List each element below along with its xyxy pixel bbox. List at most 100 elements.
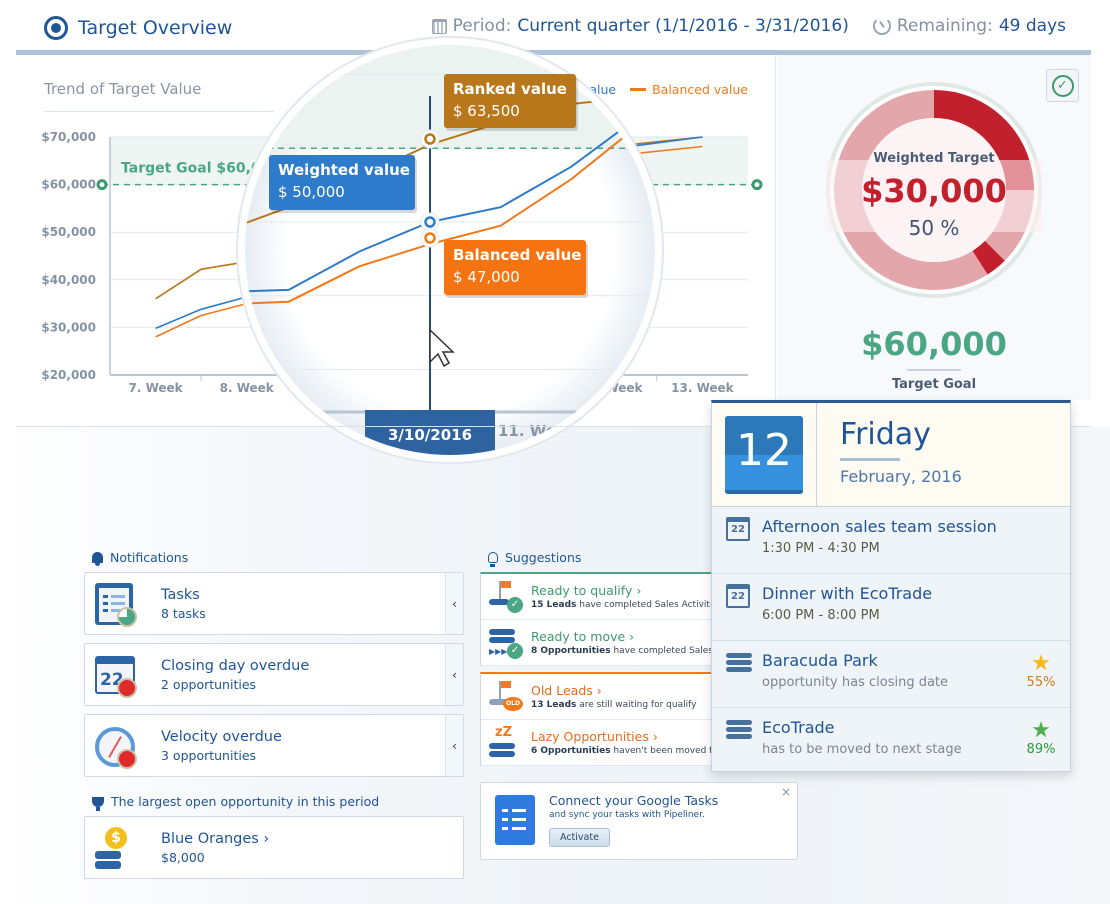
google-tasks-sub: and sync your tasks with Pipeliner.	[549, 810, 705, 820]
suggestion-text: haven't been moved for a while	[613, 746, 718, 756]
suggestion-count: 13 Leads	[531, 700, 577, 710]
lightbulb-icon	[488, 552, 498, 567]
suggestion-old-leads[interactable]: OLD Old Leads › 13 Leads are still waiti…	[481, 674, 718, 720]
weekday-divider	[840, 458, 900, 461]
opportunity-item[interactable]: Baracuda Park opportunity has closing da…	[712, 641, 1070, 708]
old-leads-icon: OLD	[487, 679, 523, 715]
opportunity-rating: ★ 89%	[1024, 718, 1058, 758]
largest-opportunity-heading: The largest open opportunity in this per…	[92, 794, 380, 811]
tooltip-balanced-value: Balanced value $ 47,000	[444, 240, 588, 298]
weekday: Friday	[840, 417, 931, 452]
date-tile: 12	[725, 415, 803, 494]
notification-velocity-overdue[interactable]: Velocity overdue 3 opportunities ‹	[84, 714, 464, 777]
tooltip-ranked-value: Ranked value $ 63,500	[444, 74, 578, 131]
suggestions-warning-group: OLD Old Leads › 13 Leads are still waiti…	[480, 672, 718, 766]
check-icon: ✓	[1051, 74, 1074, 97]
notification-closing-day-overdue[interactable]: 22 Closing day overdue 2 opportunities ‹	[84, 643, 464, 706]
x-tick-label: 8. Week	[220, 381, 275, 395]
suggestion-lazy-opportunities[interactable]: zZ Lazy Opportunities › 6 Opportunities …	[481, 720, 718, 766]
y-tick-label: $60,000	[41, 178, 96, 192]
confirm-button[interactable]: ✓	[1046, 69, 1079, 102]
notification-title: Closing day overdue	[161, 657, 310, 674]
y-tick-label: $30,000	[41, 320, 96, 334]
y-tick-label: $40,000	[41, 273, 96, 287]
suggestion-text: have completed Sales Activities	[613, 646, 718, 656]
y-tick-label: $70,000	[41, 130, 96, 144]
chevron-left-icon[interactable]: ‹	[445, 715, 463, 776]
opportunity-sub: opportunity has closing date	[762, 675, 949, 690]
tooltip-series-name: Weighted value	[278, 161, 410, 179]
event-item[interactable]: 22 Afternoon sales team session 1:30 PM …	[712, 507, 1070, 574]
suggestions-positive-group: ✓ Ready to qualify › 15 Leads have compl…	[480, 572, 718, 666]
tooltip-series-name: Balanced value	[453, 246, 581, 264]
y-tick-label: $50,000	[41, 225, 96, 239]
largest-opportunity-heading-text: The largest open opportunity in this per…	[111, 794, 380, 809]
bell-icon	[92, 552, 103, 566]
notification-title: Tasks	[161, 586, 200, 603]
suggestion-title: Ready to qualify ›	[531, 583, 642, 598]
target-goal-value: $60,000	[861, 325, 1007, 363]
close-icon[interactable]: ×	[781, 785, 791, 799]
notification-sub: 8 tasks	[161, 605, 206, 621]
day-popup: 12 Friday February, 2016 22 Afternoon sa…	[711, 400, 1071, 772]
rating-percent: 55%	[1026, 675, 1056, 690]
hover-marker	[424, 232, 436, 244]
tooltip-series-name: Ranked value	[453, 80, 567, 98]
event-time: 6:00 PM - 8:00 PM	[762, 608, 880, 623]
tooltip-weighted-value: Weighted value $ 50,000	[269, 155, 417, 213]
calendar-event-icon: 22	[726, 517, 750, 541]
suggestions-heading: Suggestions	[488, 550, 582, 567]
event-item[interactable]: 22 Dinner with EcoTrade 6:00 PM - 8:00 P…	[712, 574, 1070, 641]
google-tasks-icon	[495, 795, 535, 845]
largest-opportunity-card[interactable]: $ Blue Oranges › $8,000	[84, 816, 464, 879]
suggestion-text: have completed Sales Activities	[576, 600, 718, 610]
opportunity-coin-icon: $	[93, 825, 139, 871]
target-goal-marker-left	[96, 179, 108, 191]
opportunity-stack-icon	[726, 651, 752, 675]
chevron-left-icon[interactable]: ‹	[445, 644, 463, 705]
target-goal-label: Target Goal	[891, 377, 977, 392]
suggestion-ready-to-move[interactable]: ▶▶▶ ✓ Ready to move › 8 Opportunities ha…	[481, 620, 718, 666]
gauge-percent: 50 %	[908, 216, 960, 240]
calendar-overdue-icon: 22	[93, 652, 139, 698]
gauge-label: Weighted Target	[873, 151, 995, 166]
trophy-icon	[92, 796, 104, 811]
google-tasks-title: Connect your Google Tasks	[549, 793, 719, 808]
suggestion-count: 8 Opportunities	[531, 646, 611, 656]
star-icon: ★	[1031, 718, 1051, 743]
magnifier-content: 11. Week3/10/2016	[245, 45, 655, 455]
hover-date-text: 3/10/2016	[388, 426, 472, 444]
gauge-value: $30,000	[861, 172, 1007, 210]
hover-marker	[424, 216, 436, 228]
target-goal-marker-right	[751, 179, 763, 191]
event-time: 1:30 PM - 4:30 PM	[762, 541, 880, 556]
suggestion-title: Old Leads ›	[531, 683, 602, 698]
stopwatch-icon	[93, 723, 139, 769]
opportunity-title: Baracuda Park	[762, 651, 878, 670]
hover-marker	[424, 133, 436, 145]
opportunity-sub: has to be moved to next stage	[762, 742, 962, 757]
opportunity-title[interactable]: Blue Oranges ›	[161, 831, 463, 847]
tasks-icon	[93, 581, 139, 627]
notification-tasks[interactable]: Tasks 8 tasks ‹	[84, 572, 464, 635]
month-year: February, 2016	[840, 467, 962, 486]
notification-title: Velocity overdue	[161, 728, 282, 745]
suggestion-text: are still waiting for qualify	[576, 700, 697, 710]
chevron-left-icon[interactable]: ‹	[445, 573, 463, 634]
tooltip-value: $ 47,000	[453, 268, 520, 286]
rating-percent: 89%	[1026, 742, 1056, 757]
opportunity-item[interactable]: EcoTrade has to be moved to next stage ★…	[712, 708, 1070, 775]
event-title: Afternoon sales team session	[762, 517, 997, 536]
day-popup-header: 12 Friday February, 2016	[712, 403, 1070, 507]
suggestions-heading-text: Suggestions	[505, 550, 582, 565]
flag-check-icon: ✓	[487, 579, 523, 615]
tooltip-value: $ 63,500	[453, 102, 520, 120]
suggestion-count: 15 Leads	[531, 600, 577, 610]
suggestion-ready-to-qualify[interactable]: ✓ Ready to qualify › 15 Leads have compl…	[481, 574, 718, 620]
suggestion-count: 6 Opportunities	[531, 746, 611, 756]
y-tick-label: $20,000	[41, 368, 96, 382]
calendar-event-icon: 22	[726, 584, 750, 608]
activate-button[interactable]: Activate	[549, 828, 610, 847]
suggestion-title: Ready to move ›	[531, 629, 635, 644]
tooltip-value: $ 50,000	[278, 183, 345, 201]
